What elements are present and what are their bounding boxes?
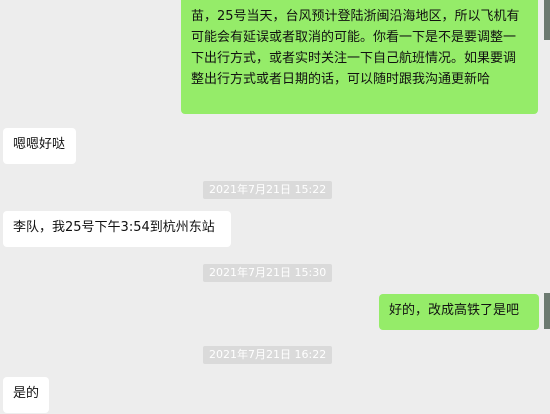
- message-bubble-outgoing[interactable]: 好的，改成高铁了是吧: [379, 294, 539, 330]
- avatar[interactable]: [544, 0, 550, 40]
- message-bubble-outgoing[interactable]: 苗，25号当天，台风预计登陆浙闽沿海地区，所以飞机有可能会有延误或者取消的可能。…: [181, 0, 538, 114]
- timestamp-badge: 2021年7月21日 15:22: [203, 181, 333, 199]
- avatar[interactable]: [544, 293, 550, 329]
- message-bubble-incoming[interactable]: 李队，我25号下午3:54到杭州东站: [3, 211, 231, 247]
- message-bubble-incoming[interactable]: 是的: [3, 377, 49, 413]
- timestamp-badge: 2021年7月21日 16:22: [203, 346, 333, 364]
- chat-view: 苗，25号当天，台风预计登陆浙闽沿海地区，所以飞机有可能会有延误或者取消的可能。…: [0, 0, 550, 414]
- message-bubble-incoming[interactable]: 嗯嗯好哒: [3, 128, 76, 164]
- timestamp-badge: 2021年7月21日 15:30: [203, 264, 333, 282]
